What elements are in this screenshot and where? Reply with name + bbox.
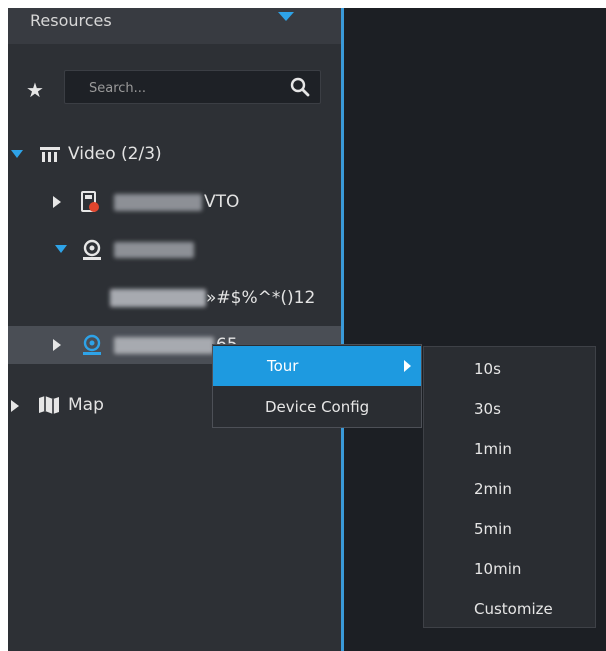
context-menu: Tour Device Config: [212, 344, 422, 428]
menu-item-device-config-label: Device Config: [265, 398, 370, 416]
camera-icon: [83, 239, 101, 260]
menu-item-tour-label: Tour: [267, 357, 299, 375]
tour-submenu: 10s 30s 1min 2min 5min 10min Customize: [423, 346, 596, 628]
tour-option-2min[interactable]: 2min: [474, 479, 512, 499]
tree-node-channel-label: »#$%^*()12: [206, 288, 316, 308]
map-icon: [39, 396, 59, 414]
expand-right-icon[interactable]: [53, 339, 61, 351]
tour-option-5min[interactable]: 5min: [474, 519, 512, 539]
camera-icon: [83, 334, 101, 355]
redacted-channel-name: [110, 289, 206, 307]
submenu-arrow-icon: [404, 360, 411, 372]
search-input[interactable]: [73, 71, 291, 105]
vto-device-icon: [81, 191, 99, 212]
tour-option-10s[interactable]: 10s: [474, 359, 501, 379]
tour-option-customize[interactable]: Customize: [474, 599, 553, 619]
expand-right-icon[interactable]: [11, 400, 19, 412]
tree-node-vto-label: VTO: [204, 192, 240, 212]
redacted-camera-name: [114, 242, 194, 258]
expand-down-icon[interactable]: [55, 245, 67, 253]
resources-panel: Resources ★ Video (2/3): [8, 8, 341, 651]
tree-node-vto[interactable]: VTO: [8, 183, 341, 221]
tour-option-1min[interactable]: 1min: [474, 439, 512, 459]
favorite-star-icon[interactable]: ★: [26, 78, 44, 102]
dropdown-arrow-icon[interactable]: [278, 12, 294, 21]
expand-right-icon[interactable]: [53, 196, 61, 208]
tour-option-30s[interactable]: 30s: [474, 399, 501, 419]
tree-node-video[interactable]: Video (2/3): [8, 135, 341, 173]
search-box[interactable]: [64, 70, 321, 105]
expand-down-icon[interactable]: [11, 150, 23, 158]
redacted-camera-name: [114, 337, 214, 354]
video-group-icon: [40, 147, 60, 162]
menu-item-tour[interactable]: Tour: [213, 346, 421, 386]
tour-option-10min[interactable]: 10min: [474, 559, 521, 579]
tree-node-camera[interactable]: [8, 231, 341, 269]
tree-node-map-label: Map: [68, 395, 104, 415]
redacted-device-name: [114, 194, 202, 211]
search-icon[interactable]: [290, 77, 310, 97]
resources-title: Resources: [30, 11, 112, 30]
tree-node-video-label: Video (2/3): [68, 144, 162, 164]
resources-header: Resources: [8, 8, 341, 44]
menu-item-device-config[interactable]: Device Config: [213, 387, 421, 427]
tree-node-channel[interactable]: »#$%^*()12: [8, 279, 341, 317]
